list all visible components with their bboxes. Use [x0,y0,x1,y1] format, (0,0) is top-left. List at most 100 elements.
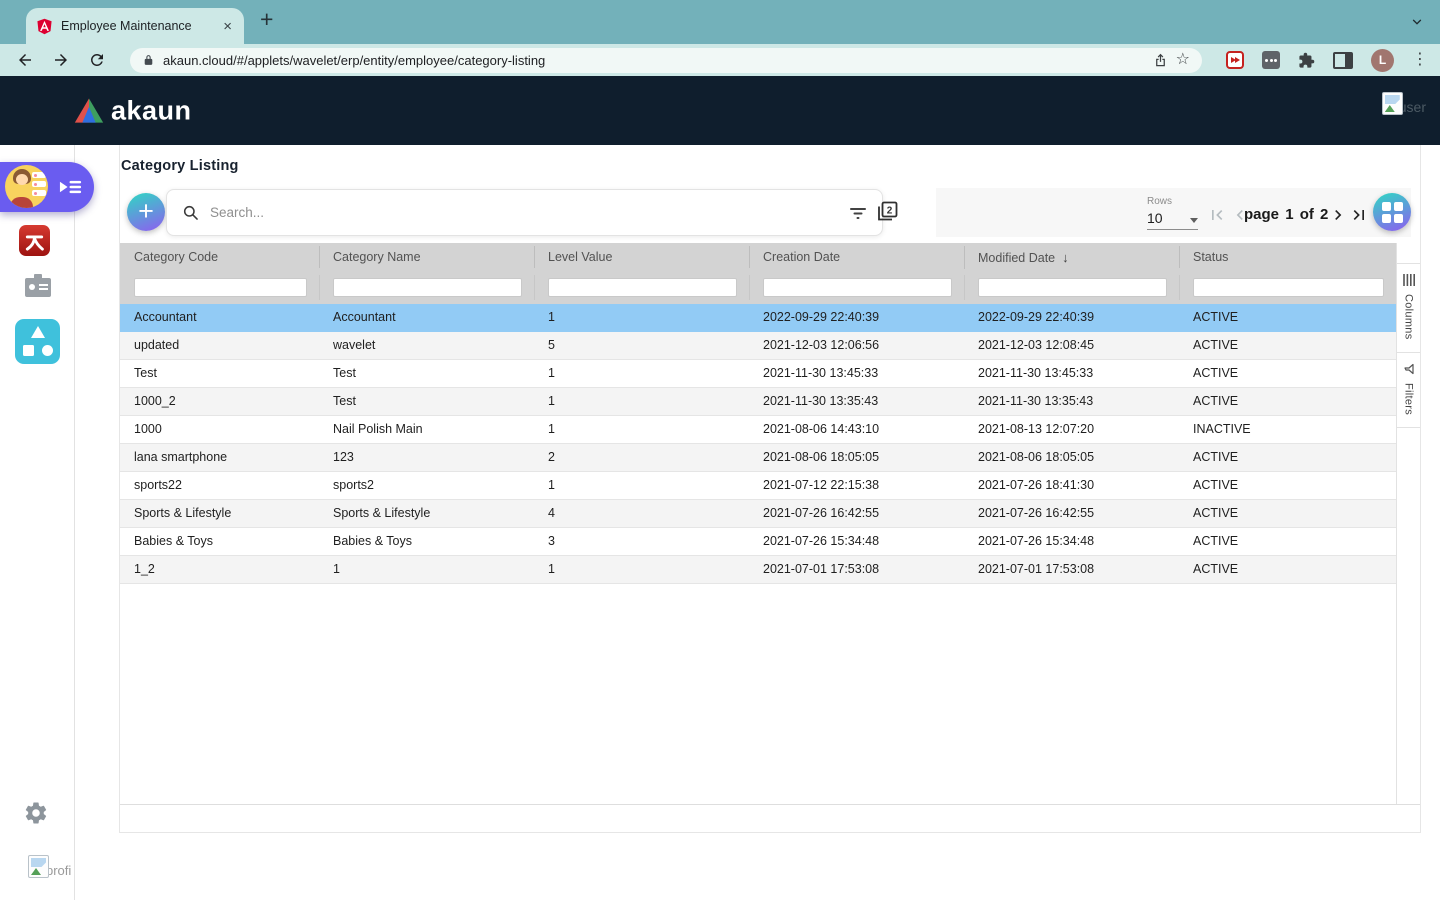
last-page-button[interactable] [1349,205,1369,225]
table-cell: 1 [319,556,534,583]
column-header[interactable]: Category Code [120,250,319,264]
table-cell: 1 [534,360,749,387]
content-card: Category Listing + 2 Rows 10 p [119,145,1421,833]
bookmark-star-icon[interactable]: ☆ [1176,52,1190,68]
reload-button[interactable] [88,51,106,69]
menu-open-icon[interactable] [58,176,83,198]
column-filter-input[interactable] [978,278,1167,297]
browser-tab-strip: Employee Maintenance × + [0,0,1440,44]
table-cell: 2021-12-03 12:08:45 [964,332,1179,359]
column-header[interactable]: Status [1179,250,1396,264]
filter-cell [534,271,749,304]
browser-tab[interactable]: Employee Maintenance × [26,8,244,44]
filter-cell [319,271,534,304]
table-cell: 2021-08-13 12:07:20 [964,416,1179,443]
pages-copy-icon[interactable]: 2 [876,200,899,223]
table-row[interactable]: Sports & LifestyleSports & Lifestyle4202… [120,500,1396,528]
table-cell: sports22 [120,472,319,499]
table-cell: 2 [534,444,749,471]
first-page-button[interactable] [1207,205,1227,225]
table-cell: 2021-11-30 13:45:33 [749,360,964,387]
extension-dots-icon[interactable] [1262,51,1280,69]
filters-panel-button[interactable]: Filters [1397,353,1420,428]
table-row[interactable]: lana smartphone12322021-08-06 18:05:0520… [120,444,1396,472]
table-cell: 2021-08-06 18:05:05 [964,444,1179,471]
address-bar[interactable]: akaun.cloud/#/applets/wavelet/erp/entity… [130,48,1202,73]
table-row[interactable]: AccountantAccountant12022-09-29 22:40:39… [120,304,1396,332]
search-input[interactable] [208,204,840,221]
category-table: Category CodeCategory NameLevel ValueCre… [120,243,1420,805]
angular-favicon-icon [36,18,53,35]
table-cell: ACTIVE [1179,556,1396,583]
table-cell: updated [120,332,319,359]
column-header[interactable]: Modified Date↓ [964,250,1179,265]
columns-panel-button[interactable]: Columns [1397,264,1420,353]
akaun-logo-text: akaun [111,95,192,126]
user-menu[interactable]: user [1382,92,1426,115]
table-cell: 2021-07-26 15:34:48 [749,528,964,555]
columns-label: Columns [1403,294,1415,340]
table-cell: 2021-08-06 14:43:10 [749,416,964,443]
table-cell: 2021-07-01 17:53:08 [749,556,964,583]
forward-button[interactable] [52,51,70,69]
table-row[interactable]: 1000Nail Polish Main12021-08-06 14:43:10… [120,416,1396,444]
table-cell: 5 [534,332,749,359]
extension-red-icon[interactable] [1226,51,1244,69]
broken-image-icon [28,855,49,878]
table-cell: 1 [534,304,749,331]
next-page-button[interactable] [1328,205,1348,225]
pagination-panel: Rows 10 page 1 of 2 [936,188,1411,237]
browser-profile-avatar[interactable]: L [1371,49,1394,72]
grid-view-button[interactable] [1373,193,1411,231]
column-filter-input[interactable] [134,278,307,297]
column-filter-input[interactable] [333,278,522,297]
extensions-puzzle-icon[interactable] [1298,52,1315,69]
table-row[interactable]: updatedwavelet52021-12-03 12:06:562021-1… [120,332,1396,360]
table-row[interactable]: sports22sports212021-07-12 22:15:382021-… [120,472,1396,500]
table-cell: ACTIVE [1179,444,1396,471]
table-cell: Test [120,360,319,387]
table-row[interactable]: 1000_2Test12021-11-30 13:35:432021-11-30… [120,388,1396,416]
table-cell: 1 [534,472,749,499]
column-filter-input[interactable] [1193,278,1384,297]
table-cell: 2021-07-26 18:41:30 [964,472,1179,499]
sidebar-applet-dai-icon[interactable] [19,225,50,256]
filter-cell [964,271,1179,304]
table-cell: Test [319,360,534,387]
of-word: of [1300,206,1314,223]
column-header[interactable]: Category Name [319,250,534,264]
side-panel-icon[interactable] [1333,52,1353,69]
search-icon [182,204,199,221]
filter-list-icon[interactable] [849,205,867,221]
akaun-logo[interactable]: akaun [74,95,192,126]
profile-alt-text: profi [46,863,71,878]
page-word: page [1244,206,1279,223]
tab-search-chevron-icon[interactable] [1410,15,1424,29]
browser-menu-kebab-icon[interactable]: ⋮ [1412,52,1428,68]
table-cell: 123 [319,444,534,471]
table-row[interactable]: Babies & ToysBabies & Toys32021-07-26 15… [120,528,1396,556]
table-row[interactable]: 1_2112021-07-01 17:53:082021-07-01 17:53… [120,556,1396,584]
share-icon[interactable] [1153,52,1168,68]
table-cell: Test [319,388,534,415]
table-cell: Accountant [120,304,319,331]
column-filter-input[interactable] [763,278,952,297]
column-header[interactable]: Level Value [534,250,749,264]
active-applet-pill[interactable] [0,162,94,212]
browser-toolbar: akaun.cloud/#/applets/wavelet/erp/entity… [0,44,1440,76]
column-header[interactable]: Creation Date [749,250,964,264]
add-category-button[interactable]: + [127,193,165,231]
column-filter-input[interactable] [548,278,737,297]
sidebar-profile-broken-image[interactable]: profi [28,855,71,878]
tab-close-icon[interactable]: × [221,18,234,35]
sidebar-applet-shapes-icon[interactable] [15,319,60,364]
settings-gear-icon[interactable] [23,800,49,826]
rows-per-page-select[interactable]: 10 [1147,210,1198,230]
table-row[interactable]: TestTest12021-11-30 13:45:332021-11-30 1… [120,360,1396,388]
back-button[interactable] [16,51,34,69]
table-cell: 2021-07-26 16:42:55 [964,500,1179,527]
table-cell: ACTIVE [1179,304,1396,331]
new-tab-button[interactable]: + [260,6,273,33]
sidebar-applet-badge-icon[interactable] [25,278,51,297]
table-cell: 2021-08-06 18:05:05 [749,444,964,471]
